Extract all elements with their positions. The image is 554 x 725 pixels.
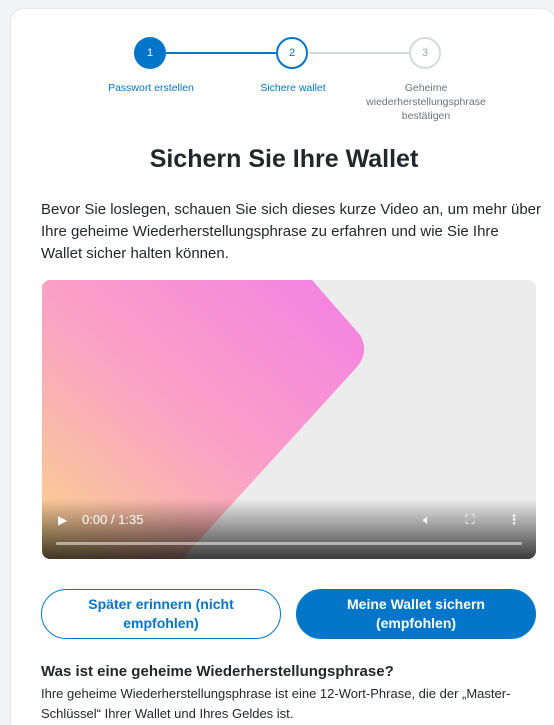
step-3-circle: 3	[409, 37, 441, 69]
step-1-label: Passwort erstellen	[108, 82, 194, 94]
page-title: Sichern Sie Ihre Wallet	[149, 145, 419, 173]
step-3-label: Geheime wiederherstellungsphrase bestäti…	[366, 82, 486, 122]
stepper-line-completed	[166, 52, 276, 54]
video-controls: ▶ 0:00 / 1:35 🔈︎ ⛶ ⋮	[42, 499, 536, 559]
more-options-icon[interactable]: ⋮	[505, 511, 523, 529]
intro-text: Bevor Sie loslegen, schauen Sie sich die…	[41, 201, 542, 262]
faq-text: Ihre geheime Wiederherstellungsphrase is…	[41, 686, 511, 721]
video-time: 0:00 / 1:35	[82, 512, 144, 527]
step-2-label: Sichere wallet	[260, 82, 326, 94]
remind-later-button[interactable]: Später erinnern (nicht empfohlen)	[41, 589, 281, 639]
progress-stepper: 1 2 3 Passwort erstellen Sichere wallet …	[11, 9, 554, 149]
play-icon[interactable]: ▶	[58, 513, 72, 527]
volume-icon[interactable]: 🔈︎	[418, 511, 436, 529]
stepper-line-pending	[309, 52, 419, 54]
step-1-circle: 1	[134, 37, 166, 69]
step-2-circle: 2	[276, 37, 308, 69]
step-3-number: 3	[421, 47, 429, 59]
step-2-number: 2	[288, 47, 296, 59]
faq-title: Was ist eine geheime Wiederherstellungsp…	[41, 663, 394, 680]
video-player[interactable]: ▶ 0:00 / 1:35 🔈︎ ⛶ ⋮	[42, 280, 536, 559]
video-progress-bar[interactable]	[56, 542, 522, 545]
fullscreen-icon[interactable]: ⛶	[461, 511, 479, 529]
secure-wallet-button[interactable]: Meine Wallet sichern (empfohlen)	[296, 589, 536, 639]
onboarding-card: 1 2 3 Passwort erstellen Sichere wallet …	[10, 8, 554, 725]
step-1-number: 1	[146, 47, 154, 59]
